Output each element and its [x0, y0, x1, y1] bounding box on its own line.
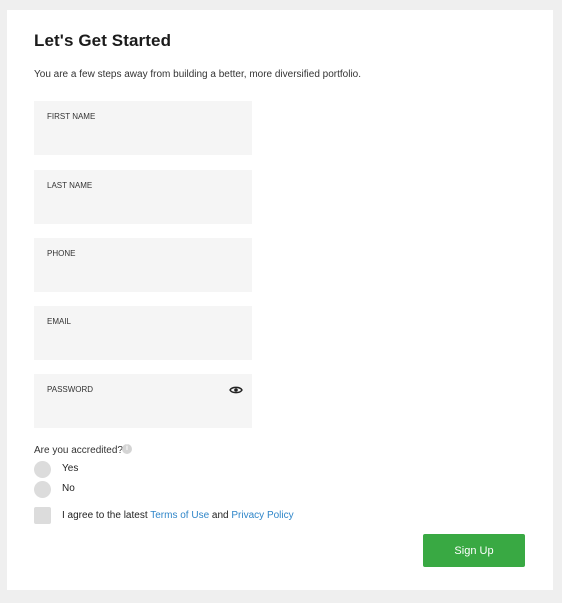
agree-checkbox[interactable] [34, 507, 51, 524]
agreement-conjunction: and [211, 510, 229, 521]
first-name-field[interactable]: FIRST NAME [34, 101, 252, 155]
signup-card: Let's Get Started You are a few steps aw… [7, 10, 553, 590]
email-input[interactable] [46, 332, 240, 354]
email-field[interactable]: EMAIL [34, 306, 252, 360]
page-subtitle: You are a few steps away from building a… [34, 69, 362, 80]
privacy-policy-link[interactable]: Privacy Policy [231, 510, 293, 521]
agreement-prefix: I agree to the latest [62, 510, 148, 521]
terms-of-use-link[interactable]: Terms of Use [150, 510, 209, 521]
last-name-input[interactable] [46, 196, 240, 218]
phone-label: PHONE [47, 249, 76, 258]
accredited-question: Are you accredited? [34, 445, 123, 456]
info-icon[interactable]: i [122, 444, 132, 454]
eye-icon[interactable] [229, 383, 243, 397]
first-name-label: FIRST NAME [47, 112, 96, 121]
radio-yes[interactable] [34, 461, 51, 478]
password-field[interactable]: PASSWORD [34, 374, 252, 428]
password-input[interactable] [46, 400, 240, 422]
sign-up-button[interactable]: Sign Up [423, 534, 525, 567]
first-name-input[interactable] [46, 127, 240, 149]
radio-no[interactable] [34, 481, 51, 498]
radio-yes-label: Yes [62, 463, 79, 474]
last-name-label: LAST NAME [47, 181, 93, 190]
phone-field[interactable]: PHONE [34, 238, 252, 292]
page-title: Let's Get Started [34, 31, 172, 50]
password-label: PASSWORD [47, 385, 94, 394]
email-label: EMAIL [47, 317, 72, 326]
agreement-text: I agree to the latest Terms of Use and P… [62, 510, 294, 521]
radio-no-label: No [62, 483, 75, 494]
phone-input[interactable] [46, 264, 240, 286]
last-name-field[interactable]: LAST NAME [34, 170, 252, 224]
